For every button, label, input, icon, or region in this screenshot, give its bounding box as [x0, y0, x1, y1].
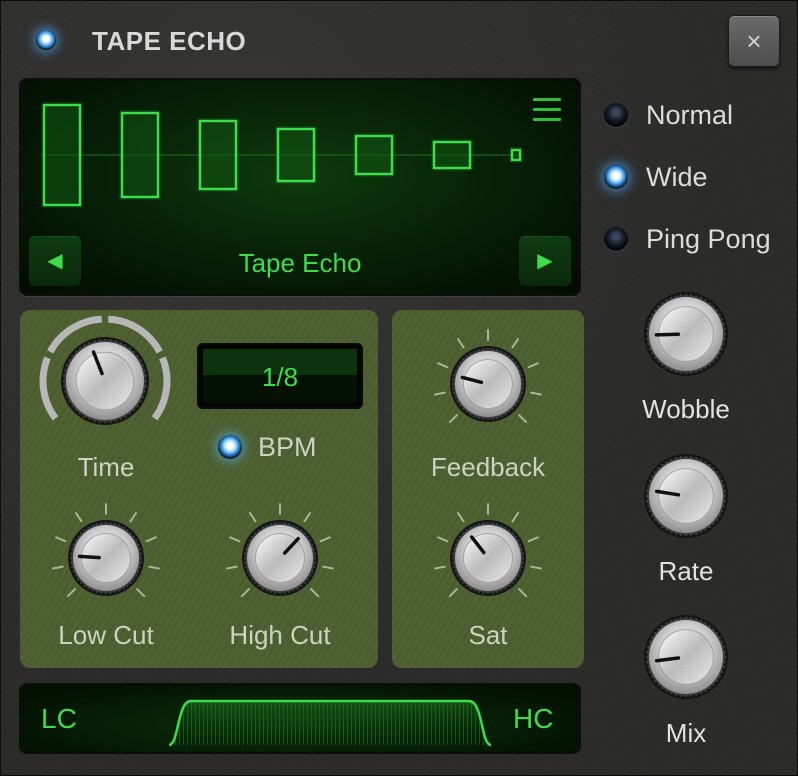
bpm-label: BPM	[258, 432, 317, 462]
knob-tick	[434, 565, 446, 570]
echo-tap	[120, 111, 160, 199]
filter-display: LC HC	[19, 683, 581, 754]
low-cut-label: Low Cut	[58, 620, 154, 650]
knob-tick	[136, 588, 146, 598]
knob-tick	[456, 512, 465, 523]
knob-tick	[55, 536, 67, 543]
knob-tick	[66, 588, 76, 598]
knob-tick	[434, 391, 446, 396]
knob-tick	[322, 565, 334, 570]
filter-curve[interactable]	[19, 683, 581, 754]
knob-cap	[658, 468, 714, 524]
preset-name: Tape Echo	[238, 248, 362, 278]
plugin-title: TAPE ECHO	[92, 26, 247, 56]
prev-preset-button[interactable]: ◀	[29, 236, 81, 286]
mode-led	[604, 103, 628, 127]
mix-knob[interactable]	[636, 607, 736, 707]
menu-icon[interactable]	[533, 98, 561, 124]
echo-tap	[198, 119, 238, 191]
mode-label: Ping Pong	[646, 224, 771, 254]
next-preset-button[interactable]: ▶	[519, 236, 571, 286]
knob-tick	[511, 338, 520, 349]
knob-tick	[527, 536, 539, 543]
mode-label: Normal	[646, 100, 734, 130]
knob-tick	[74, 512, 83, 523]
echo-tap	[354, 134, 394, 176]
knob-tick	[530, 565, 542, 570]
mix-label: Mix	[665, 718, 707, 748]
knob-tick	[310, 588, 320, 598]
time-label: Time	[77, 452, 135, 482]
high-cut-knob[interactable]	[222, 500, 338, 616]
mode-led	[604, 165, 628, 189]
time-ring-segment	[151, 356, 171, 421]
time-ring-segment	[39, 356, 59, 421]
knob-tick	[303, 512, 312, 523]
echo-tap	[42, 103, 82, 207]
power-led[interactable]	[36, 30, 56, 50]
knob-tick	[319, 536, 331, 543]
wobble-label: Wobble	[642, 394, 730, 424]
high-cut-label: High Cut	[229, 620, 331, 650]
knob-tick	[448, 588, 458, 598]
knob-cap	[75, 351, 135, 411]
low-cut-knob[interactable]	[48, 500, 164, 616]
echo-tap	[510, 148, 522, 162]
bpm-toggle[interactable]	[218, 435, 242, 459]
knob-tick	[448, 414, 458, 424]
rate-knob[interactable]	[636, 446, 736, 546]
wobble-knob[interactable]	[636, 284, 736, 384]
time-value-display[interactable]: 1/8	[197, 343, 363, 409]
mode-label: Wide	[646, 162, 708, 192]
knob-cap	[463, 533, 513, 583]
mode-led	[604, 227, 628, 251]
feedback-label: Feedback	[430, 452, 546, 482]
echo-tap	[276, 127, 316, 183]
knob-tick	[52, 565, 64, 570]
knob-tick	[229, 536, 241, 543]
knob-tick	[518, 588, 528, 598]
knob-tick	[248, 512, 257, 523]
knob-tick	[148, 565, 160, 570]
knob-tick	[145, 536, 157, 543]
knob-tick	[240, 588, 250, 598]
knob-tick	[226, 565, 238, 570]
sat-label: Sat	[468, 620, 508, 650]
close-button[interactable]: ×	[728, 15, 780, 67]
echo-display: ◀ Tape Echo ▶	[19, 78, 581, 296]
rate-label: Rate	[658, 556, 714, 586]
knob-cap	[658, 629, 714, 685]
knob-tick	[437, 362, 449, 369]
knob-pointer	[654, 332, 681, 337]
knob-tick	[437, 536, 449, 543]
knob-tick	[518, 414, 528, 424]
echo-tap	[432, 140, 472, 170]
hc-label: HC	[513, 703, 554, 734]
knob-pointer	[77, 554, 101, 560]
knob-tick	[530, 391, 542, 396]
feedback-knob[interactable]	[430, 326, 546, 442]
sat-knob[interactable]	[430, 500, 546, 616]
knob-cap	[463, 359, 513, 409]
knob-tick	[527, 362, 539, 369]
time-value: 1/8	[261, 362, 299, 392]
knob-tick	[129, 512, 138, 523]
knob-tick	[456, 338, 465, 349]
time-knob[interactable]	[35, 311, 175, 451]
knob-tick	[511, 512, 520, 523]
